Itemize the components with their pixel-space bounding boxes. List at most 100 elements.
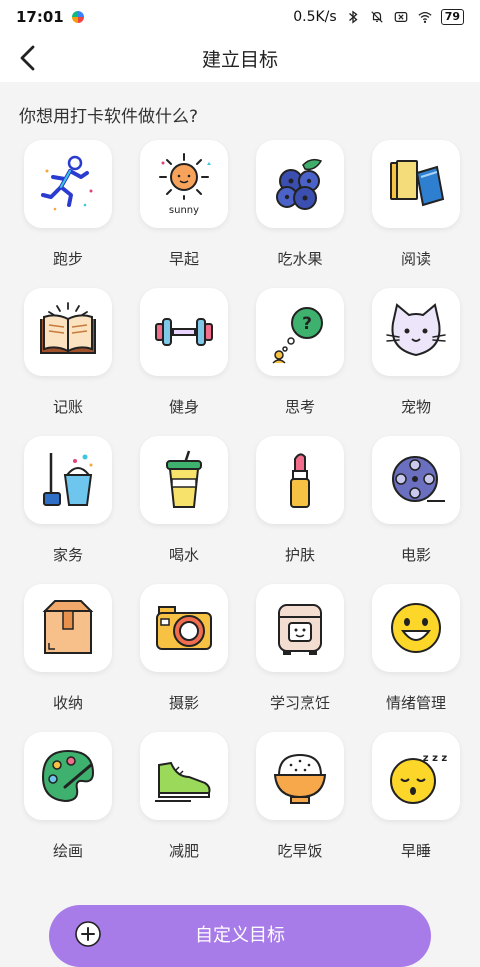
question-bubble-icon: ? [272,307,323,364]
goal-label: 喝水 [168,546,199,564]
goal-label: 护肤 [284,546,315,564]
goal-card[interactable] [24,584,112,672]
battery-level: 79 [440,9,464,25]
plus-circle-icon [75,921,101,947]
goal-card[interactable] [372,288,460,376]
bluetooth-icon [348,10,358,24]
goal-item-emotion[interactable]: 情绪管理 [358,582,474,730]
status-time: 17:01 [16,8,64,26]
svg-text:z z z: z z z [423,753,448,764]
svg-text:sunny: sunny [169,205,199,216]
goal-label: 吃水果 [277,250,323,268]
status-bar: 17:01 0.5K/s 79 [0,0,480,34]
goal-item-photography[interactable]: 摄影 [126,582,242,730]
paint-palette-icon [41,749,95,803]
goal-label: 跑步 [52,250,83,268]
custom-goal-label: 自定义目标 [195,925,285,946]
goal-item-early-sleep[interactable]: z z z 早睡 [358,730,474,878]
status-right-group: 0.5K/s 79 [293,9,464,25]
sunny-sun-icon: sunny [159,153,211,216]
goal-label: 记账 [52,398,83,416]
goal-label: 宠物 [400,398,431,416]
goal-card[interactable] [372,584,460,672]
goal-card[interactable] [256,732,344,820]
sleepy-face-icon: z z z [390,753,448,804]
mop-bucket-icon [43,453,93,506]
goal-item-breakfast[interactable]: 吃早饭 [242,730,358,878]
question-heading: 你想用打卡软件做什么? [19,107,199,127]
goal-label: 电影 [400,546,431,564]
back-button[interactable] [10,40,46,76]
goal-card[interactable]: z z z [372,732,460,820]
goal-item-weight-loss[interactable]: 减肥 [126,730,242,878]
goal-item-skincare[interactable]: 护肤 [242,434,358,582]
wifi-icon [418,11,432,23]
goal-card[interactable] [24,732,112,820]
goal-label: 绘画 [52,842,83,860]
dumbbell-icon [155,318,213,346]
open-ledger-icon [40,302,96,354]
app-notification-icon [71,11,84,23]
goal-item-reading[interactable]: 阅读 [358,138,474,286]
page-title: 建立目标 [201,48,278,71]
goal-card[interactable] [372,140,460,228]
goal-card[interactable] [256,436,344,524]
goal-card[interactable] [372,436,460,524]
books-icon [390,160,445,207]
cat-face-icon [386,303,446,357]
goal-item-thinking[interactable]: ? 思考 [242,286,358,434]
smiley-face-icon [391,603,441,653]
goal-item-fruit[interactable]: 吃水果 [242,138,358,286]
goal-card[interactable] [24,436,112,524]
goal-card[interactable] [140,288,228,376]
goal-item-painting[interactable]: 绘画 [10,730,126,878]
goal-item-pet[interactable]: 宠物 [358,286,474,434]
goal-card[interactable]: ? [256,288,344,376]
goal-card[interactable] [140,732,228,820]
goal-card[interactable] [140,436,228,524]
goal-item-running[interactable]: 跑步 [10,138,126,286]
goal-item-early-rise[interactable]: sunny 早起 [126,138,242,286]
goal-card[interactable] [256,140,344,228]
goal-card[interactable] [24,140,112,228]
chevron-left-icon [20,45,35,71]
lipstick-icon [290,453,310,508]
rice-cooker-icon [278,604,322,655]
blueberries-icon [276,158,323,210]
goal-card[interactable] [24,288,112,376]
custom-goal-button[interactable]: 自定义目标 [49,905,431,967]
goal-item-movie[interactable]: 电影 [358,434,474,582]
goal-label: 收纳 [52,694,83,712]
goal-item-fitness[interactable]: 健身 [126,286,242,434]
sneaker-icon [155,761,211,802]
rice-bowl-icon [273,753,327,804]
goal-label: 吃早饭 [277,842,323,860]
goal-label: 摄影 [168,694,199,712]
goal-item-bookkeeping[interactable]: 记账 [10,286,126,434]
goal-label: 情绪管理 [385,694,446,712]
drink-cup-icon [166,450,202,508]
goal-label: 早起 [168,250,199,268]
film-reel-icon [392,456,445,502]
mute-bell-icon [371,11,383,23]
goal-item-housework[interactable]: 家务 [10,434,126,582]
svg-text:?: ? [302,314,312,334]
goal-grid: 跑步 sunny 早起 吃水果 阅读 记账 健身 ? 思考 宠物 家务 喝水 护… [0,138,480,878]
goal-label: 减肥 [168,842,199,860]
goal-card[interactable]: sunny [140,140,228,228]
goal-label: 家务 [52,546,83,564]
goal-label: 早睡 [400,842,431,860]
camera-icon [156,606,212,650]
storage-box-icon [42,600,94,654]
goal-item-drink-water[interactable]: 喝水 [126,434,242,582]
sim-off-icon [394,12,407,22]
goal-item-cooking[interactable]: 学习烹饪 [242,582,358,730]
goal-card[interactable] [256,584,344,672]
goal-label: 学习烹饪 [269,694,330,712]
goal-card[interactable] [140,584,228,672]
goal-label: 阅读 [400,250,431,268]
goal-item-storage[interactable]: 收纳 [10,582,126,730]
top-nav-bar: 建立目标 [0,34,480,82]
network-speed: 0.5K/s [293,9,337,25]
running-person-icon [41,155,93,211]
